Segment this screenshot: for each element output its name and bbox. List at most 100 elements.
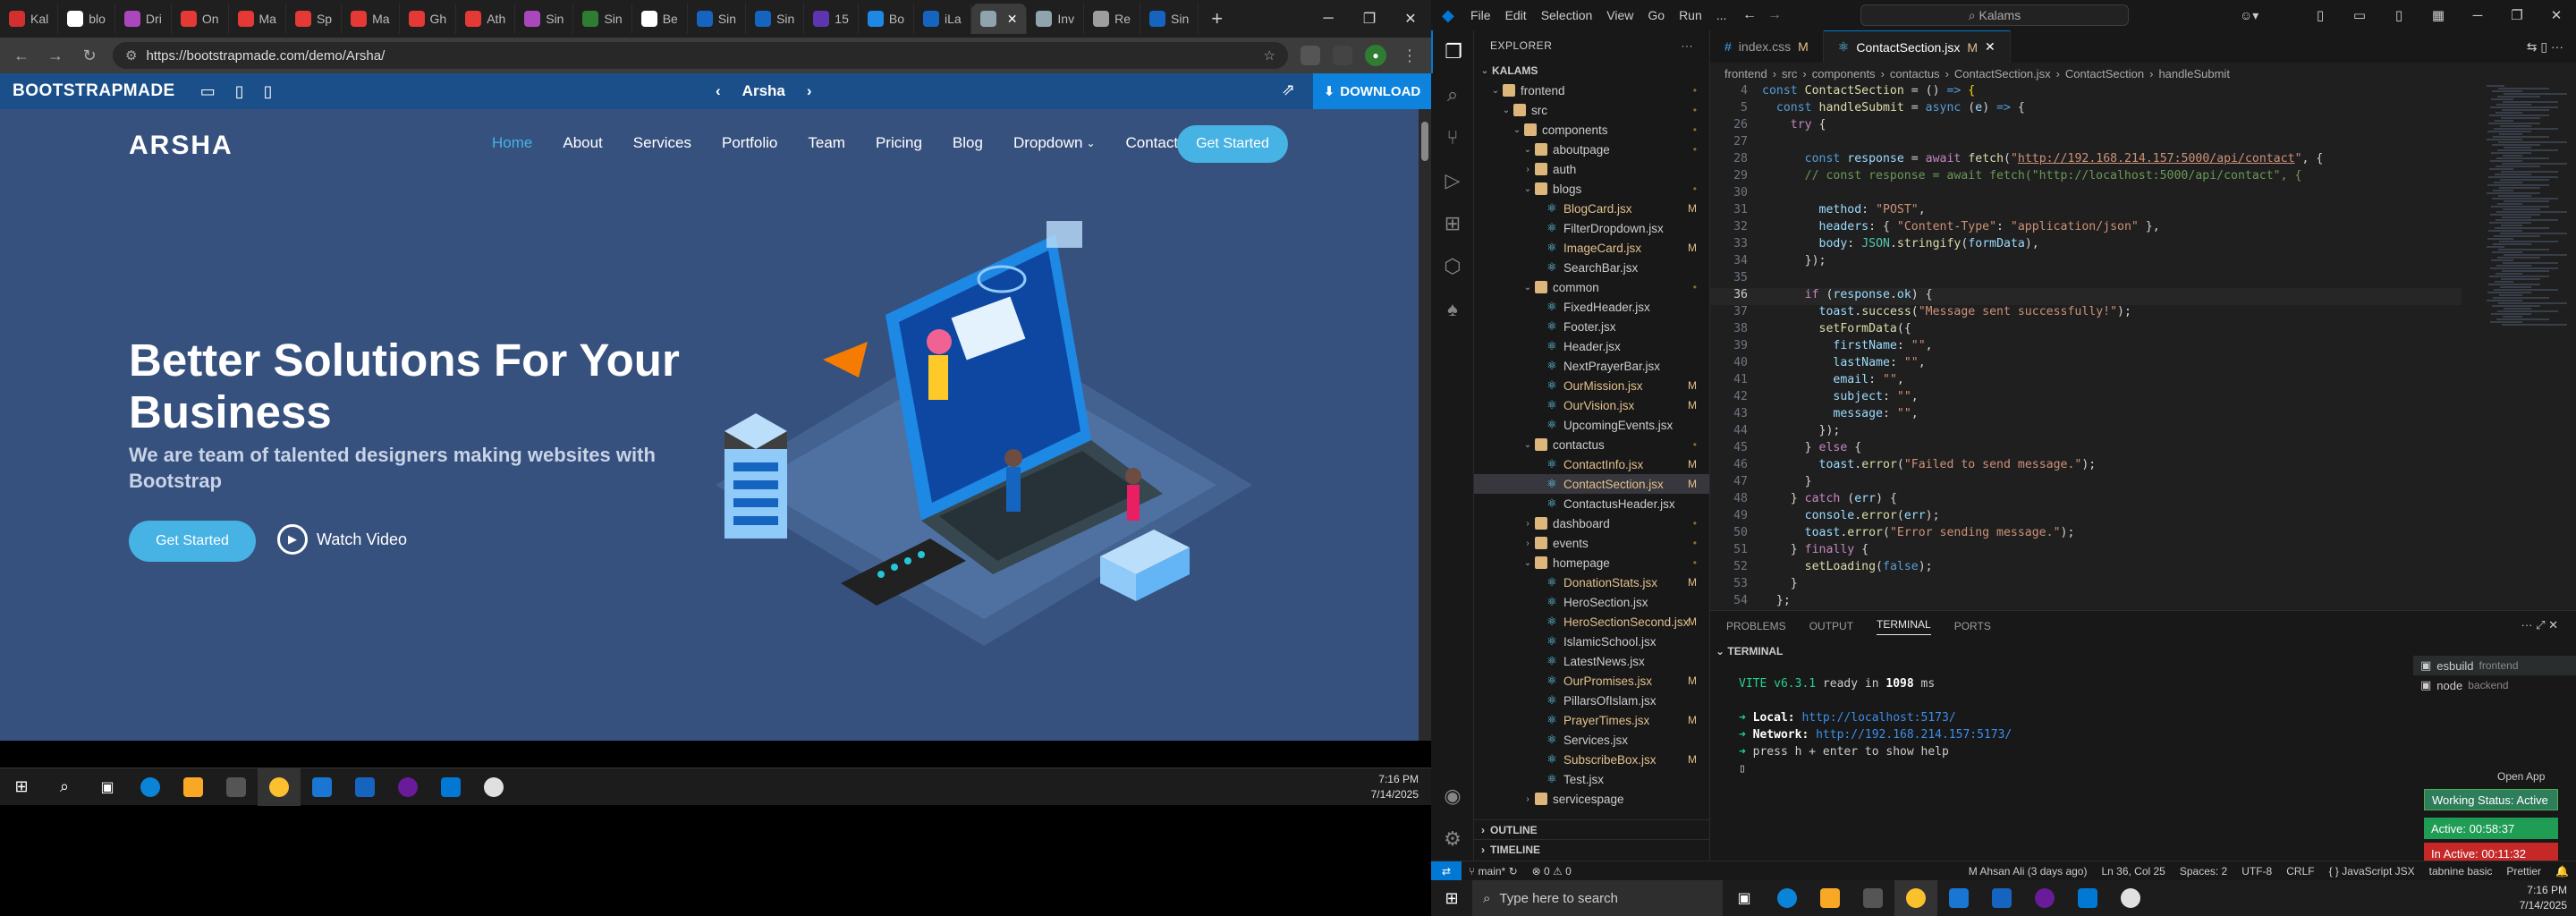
leaf-icon[interactable]: ♠ [1431,288,1474,331]
browser-tab[interactable]: iLa [914,4,971,34]
file-explorer-icon[interactable] [1809,880,1852,916]
mobile-icon[interactable]: ▯ [264,82,273,101]
tree-file[interactable]: ⚛ HeroSection.jsx [1474,592,1709,612]
browser-tab[interactable]: blo [58,4,115,34]
maximize-icon[interactable]: ❐ [2497,7,2537,23]
site-nav-services[interactable]: Services [633,134,691,152]
tree-file[interactable]: ⚛ OurVision.jsx M [1474,395,1709,415]
breadcrumb-item[interactable]: components [1812,67,1876,81]
extensions-puzzle-icon[interactable] [1333,46,1352,65]
store-icon[interactable] [1852,880,1894,916]
browser-tab[interactable]: Sin [573,4,632,34]
tree-folder[interactable]: ⌄ common • [1474,277,1709,297]
editor-tab[interactable]: ⚛ ContactSection.jsx M ✕ [1823,30,2011,63]
terminal-output[interactable]: VITE v6.3.1 ready in 1098 ms ➜ Local: ht… [1739,675,2419,777]
download-button[interactable]: ⬇ DOWNLOAD [1313,73,1431,109]
site-nav-blog[interactable]: Blog [953,134,983,152]
windows-search-box[interactable]: ⌕ Type here to search [1472,880,1723,916]
browser-tab[interactable]: On [172,4,229,34]
browser-tab[interactable]: Dri [115,4,172,34]
tree-folder[interactable]: ⌄ src • [1474,100,1709,120]
panel-tab-problems[interactable]: PROBLEMS [1726,620,1786,632]
tree-folder[interactable]: › auth [1474,159,1709,179]
tree-file[interactable]: ⚛ PillarsOfIslam.jsx [1474,691,1709,710]
taskbar-clock[interactable]: 7:16 PM 7/14/2025 [2520,883,2567,913]
menu-item[interactable]: Edit [1505,8,1527,22]
timeline-section[interactable]: › TIMELINE [1474,839,1710,859]
code-editor[interactable]: 4 const ContactSection = () => {5 const h… [1710,84,2462,610]
profile-avatar[interactable]: ● [1365,45,1386,66]
tree-file[interactable]: ⚛ IslamicSchool.jsx [1474,632,1709,651]
taskbar-clock[interactable]: 7:16 PM 7/14/2025 [1371,772,1419,802]
browser-tab[interactable]: Bo [859,4,914,34]
tablet-icon[interactable]: ▯ [235,82,244,101]
prev-template-icon[interactable]: ‹ [716,82,721,100]
site-nav-about[interactable]: About [563,134,602,152]
terminal-instance[interactable]: ▣ node backend [2413,675,2576,695]
layout-secondary-icon[interactable]: ▯ [2379,7,2419,23]
tree-file[interactable]: ⚛ UpcomingEvents.jsx [1474,415,1709,435]
open-external-icon[interactable]: ⇗ [1282,81,1295,99]
notifications-icon[interactable]: 🔔 [2548,865,2576,878]
browser-tab[interactable]: Sp [286,4,343,34]
app-icon[interactable] [1937,880,1980,916]
desktop-icon[interactable]: ▭ [200,82,216,101]
site-nav-portfolio[interactable]: Portfolio [722,134,777,152]
tree-file[interactable]: ⚛ ContactusHeader.jsx [1474,494,1709,513]
tree-folder[interactable]: › servicespage [1474,789,1709,809]
nav-get-started-button[interactable]: Get Started [1177,125,1288,163]
tree-file[interactable]: ⚛ DonationStats.jsx M [1474,572,1709,592]
editor-actions[interactable]: ⇆ ▯ ··· [2514,30,2576,63]
tree-file[interactable]: ⚛ LatestNews.jsx [1474,651,1709,671]
indentation-status[interactable]: Spaces: 2 [2173,865,2234,878]
tree-file[interactable]: ⚛ ImageCard.jsx M [1474,238,1709,258]
start-icon[interactable]: ⊞ [1431,889,1472,908]
browser-tab[interactable]: Sin [1140,4,1199,34]
breadcrumb-item[interactable]: contactus [1890,67,1940,81]
tree-file[interactable]: ⚛ ContactInfo.jsx M [1474,454,1709,474]
site-nav-dropdown[interactable]: Dropdown [1013,134,1083,152]
tree-file[interactable]: ⚛ ContactSection.jsx M [1474,474,1709,494]
browser-tab[interactable]: Kal [0,4,59,34]
layout-panel-icon[interactable]: ▭ [2340,7,2379,23]
settings-gear-icon[interactable]: ⚙ [1431,818,1474,861]
edge-icon[interactable] [1766,880,1809,916]
encoding-status[interactable]: UTF-8 [2234,865,2279,878]
command-center-search[interactable]: ⌕ Kalams [1860,4,2129,26]
blame-status[interactable]: M Ahsan Ali (3 days ago) [1962,865,2095,878]
search-icon[interactable]: ⌕ [43,768,86,806]
url-field[interactable]: ⚙ https://bootstrapmade.com/demo/Arsha/ … [113,42,1288,69]
explorer-icon[interactable]: ❐ [1431,30,1474,73]
search-icon[interactable]: ⌕ [1431,73,1474,116]
tree-file[interactable]: ⚛ Footer.jsx [1474,317,1709,336]
remote-icon[interactable]: ⬡ [1431,245,1474,288]
zoom-icon[interactable] [343,768,386,806]
task-view-icon[interactable]: ▣ [1723,880,1766,916]
tabnine-status[interactable]: tabnine basic [2422,865,2500,878]
watch-video-button[interactable]: ▶ Watch Video [277,524,407,555]
language-status[interactable]: { } JavaScript JSX [2322,865,2422,878]
site-nav-contact[interactable]: Contact [1126,134,1179,152]
reload-icon[interactable]: ↻ [79,47,100,65]
browser-tab[interactable]: Sin [746,4,805,34]
tree-folder[interactable]: › events • [1474,533,1709,553]
extensions-icon[interactable]: ⊞ [1431,202,1474,245]
minimize-icon[interactable]: ─ [1308,11,1349,27]
tree-folder[interactable]: ⌄ components • [1474,120,1709,140]
menu-item[interactable]: Go [1648,8,1665,22]
breadcrumb-item[interactable]: ContactSection [2065,67,2144,81]
tree-file[interactable]: ⚛ Test.jsx [1474,769,1709,789]
maximize-icon[interactable]: ❐ [1349,10,1390,28]
tree-folder[interactable]: ⌄ aboutpage • [1474,140,1709,159]
panel-tab-terminal[interactable]: TERMINAL [1877,618,1931,635]
site-nav-home[interactable]: Home [492,134,532,152]
browser-tab[interactable]: ✕ [970,4,1028,34]
vscode-icon[interactable] [2066,880,2109,916]
browser-tab[interactable]: Gh [400,4,457,34]
tree-file[interactable]: ⚛ Header.jsx [1474,336,1709,356]
local-url[interactable]: http://localhost:5173/ [1801,711,1955,725]
site-nav-pricing[interactable]: Pricing [876,134,922,152]
extension-icon[interactable] [1301,46,1320,65]
bootstrapmade-logo[interactable]: BOOTSTRAPMADE [13,81,175,101]
menu-item[interactable]: Run [1679,8,1702,22]
